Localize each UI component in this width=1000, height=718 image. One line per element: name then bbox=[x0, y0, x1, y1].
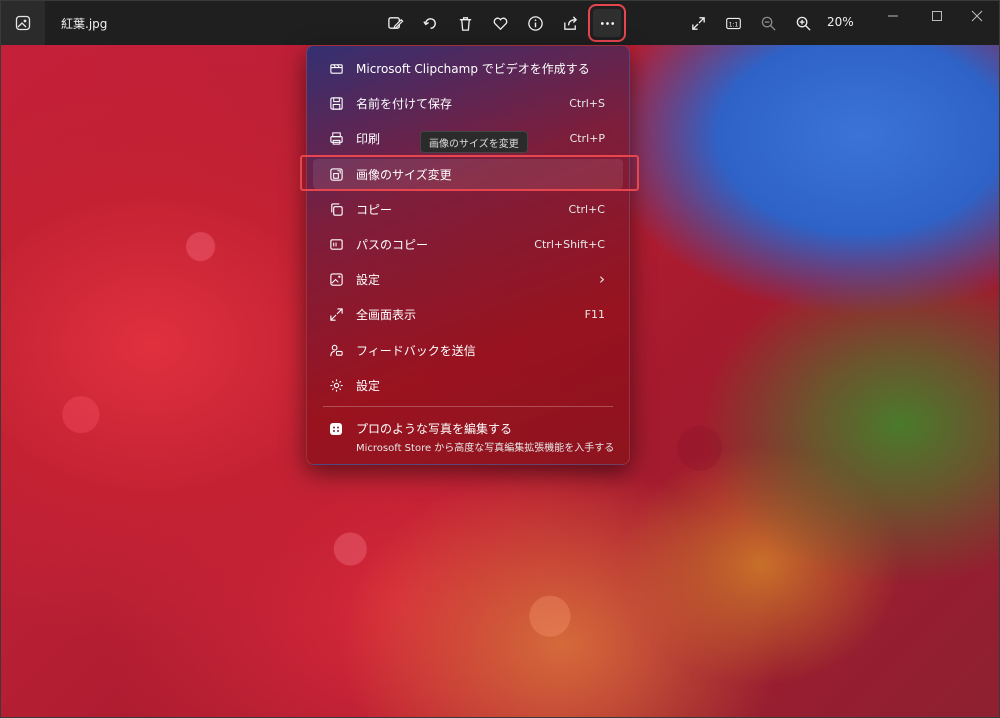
close-icon bbox=[971, 10, 983, 22]
info-icon[interactable] bbox=[521, 9, 549, 37]
print-icon bbox=[328, 130, 344, 146]
menu-item-set-as[interactable]: 設定 › bbox=[313, 264, 623, 294]
menu-item-feedback[interactable]: フィードバックを送信 bbox=[313, 335, 623, 365]
actual-size-icon[interactable]: 1:1 bbox=[719, 9, 747, 37]
promo-title: プロのような写真を編集する bbox=[356, 422, 513, 436]
maximize-icon bbox=[932, 11, 942, 21]
zoom-level[interactable]: 20% bbox=[827, 15, 854, 29]
settings-icon bbox=[328, 377, 344, 393]
edit-image-icon[interactable] bbox=[381, 9, 409, 37]
zoom-out-icon[interactable] bbox=[754, 9, 782, 37]
menu-item-settings[interactable]: 設定 bbox=[313, 370, 623, 400]
minimize-button[interactable] bbox=[871, 1, 915, 31]
photos-app-window: 紅葉.jpg 1:1 20% Microsoft Clipchamp でビデオを… bbox=[0, 0, 1000, 718]
fullscreen-icon[interactable] bbox=[684, 9, 712, 37]
menu-separator bbox=[323, 406, 613, 407]
menu-item-clipchamp[interactable]: Microsoft Clipchamp でビデオを作成する bbox=[313, 53, 623, 83]
rotate-icon[interactable] bbox=[416, 9, 444, 37]
chevron-right-icon: › bbox=[599, 270, 605, 288]
svg-text:1:1: 1:1 bbox=[728, 21, 738, 28]
store-extension-icon bbox=[328, 421, 344, 437]
promo-subtitle: Microsoft Store から高度な写真編集拡張機能を入手する bbox=[356, 443, 615, 454]
clipchamp-icon bbox=[328, 60, 344, 76]
file-name: 紅葉.jpg bbox=[61, 16, 108, 31]
favorite-icon[interactable] bbox=[486, 9, 514, 37]
menu-item-resize-image[interactable]: 画像のサイズ変更 bbox=[313, 159, 623, 189]
more-icon bbox=[600, 21, 614, 25]
more-options-button[interactable] bbox=[588, 4, 626, 42]
title-bar: 紅葉.jpg 1:1 20% bbox=[1, 1, 999, 45]
save-icon bbox=[328, 95, 344, 111]
photos-app-icon[interactable] bbox=[1, 1, 45, 45]
resize-icon bbox=[328, 166, 344, 182]
menu-item-copy[interactable]: コピー Ctrl+C bbox=[313, 194, 623, 224]
menu-item-save-as[interactable]: 名前を付けて保存 Ctrl+S bbox=[313, 88, 623, 118]
set-as-icon bbox=[328, 271, 344, 287]
copy-icon bbox=[328, 201, 344, 217]
menu-item-copy-path[interactable]: パスのコピー Ctrl+Shift+C bbox=[313, 229, 623, 259]
copy-path-icon bbox=[328, 236, 344, 252]
share-icon[interactable] bbox=[556, 9, 584, 37]
tooltip-resize-image: 画像のサイズを変更 bbox=[420, 131, 528, 153]
more-options-menu: Microsoft Clipchamp でビデオを作成する 名前を付けて保存 C… bbox=[306, 45, 630, 465]
feedback-icon bbox=[328, 342, 344, 358]
fullscreen-icon bbox=[328, 306, 344, 322]
minimize-icon bbox=[888, 15, 898, 17]
close-button[interactable] bbox=[955, 1, 999, 31]
zoom-in-icon[interactable] bbox=[789, 9, 817, 37]
menu-item-fullscreen[interactable]: 全画面表示 F11 bbox=[313, 299, 623, 329]
maximize-button[interactable] bbox=[915, 1, 959, 31]
delete-icon[interactable] bbox=[451, 9, 479, 37]
menu-item-promo-editing[interactable]: プロのような写真を編集する Microsoft Store から高度な写真編集拡… bbox=[313, 414, 623, 456]
